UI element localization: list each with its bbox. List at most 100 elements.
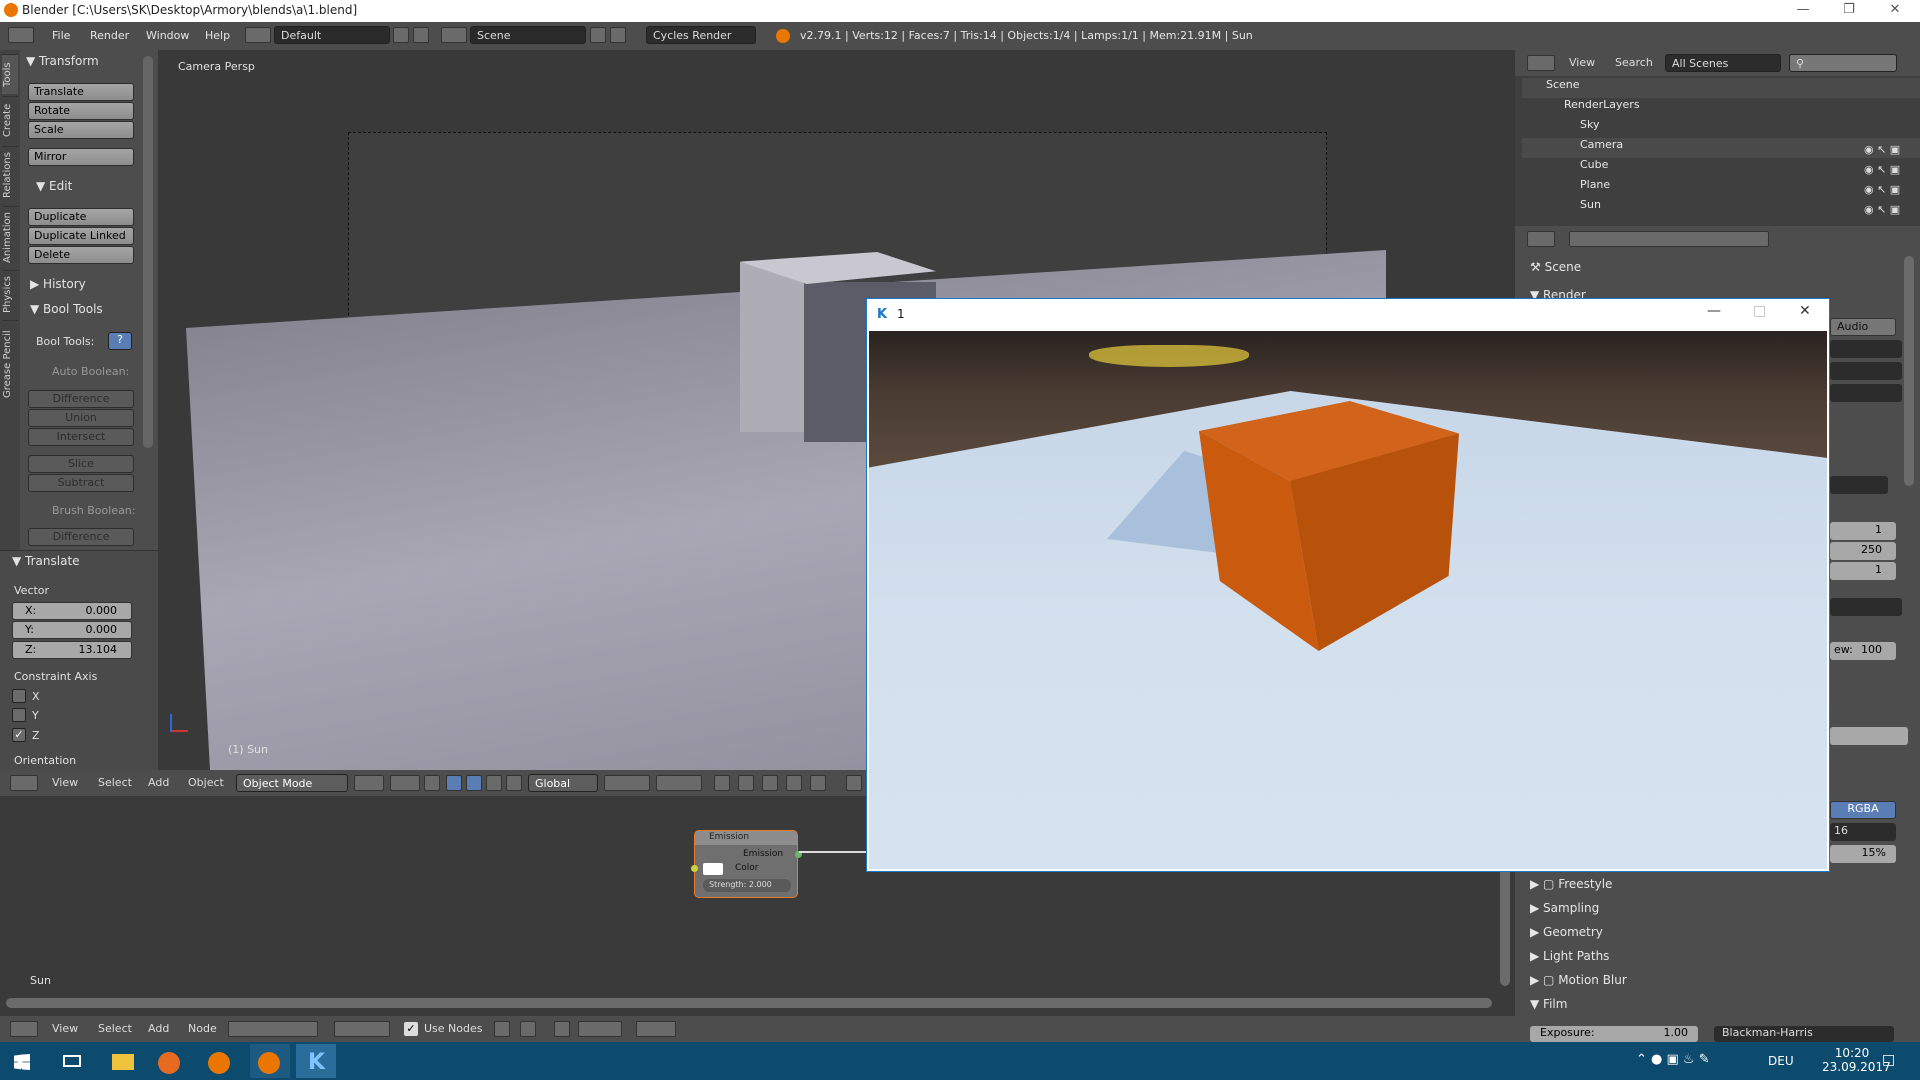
- outliner-row-sky[interactable]: Sky: [1522, 118, 1920, 138]
- slice-button[interactable]: Slice: [28, 455, 134, 473]
- player-window[interactable]: K 1 — □ ✕: [866, 298, 1830, 872]
- strength-field[interactable]: Strength: 2.000: [703, 879, 791, 892]
- help-icon[interactable]: ?: [108, 332, 132, 350]
- snap-icon[interactable]: [762, 775, 778, 791]
- shader-type-icons[interactable]: [228, 1021, 318, 1037]
- layout-field[interactable]: Default: [274, 26, 390, 44]
- light-paths-panel-header[interactable]: ▶ Light Paths: [1530, 949, 1609, 963]
- visibility-icons[interactable]: ◉ ↖ ▣ ◉ ↖ ▣ ◉ ↖ ▣ ◉ ↖ ▣: [1864, 140, 1912, 216]
- vector-z-field[interactable]: Z: 13.104: [12, 641, 132, 659]
- film-panel-header[interactable]: ▼ Film: [1530, 997, 1567, 1011]
- player-taskbar-icon[interactable]: K: [296, 1044, 336, 1078]
- preset-select[interactable]: [1830, 476, 1888, 494]
- layers2-icon[interactable]: [656, 775, 702, 791]
- filter-select[interactable]: Blackman-Harris: [1714, 1026, 1894, 1042]
- player-maximize-icon[interactable]: □: [1753, 303, 1766, 319]
- scene-field[interactable]: Scene: [470, 26, 586, 44]
- compression-field[interactable]: 15%: [1830, 845, 1896, 863]
- move-manipulator-icon[interactable]: [466, 775, 482, 791]
- menu-render[interactable]: Render: [90, 29, 129, 42]
- copy-paste-icons[interactable]: [636, 1021, 676, 1037]
- vector-x-field[interactable]: X: 0.000: [12, 602, 132, 620]
- use-nodes-checkbox[interactable]: ✓: [404, 1022, 418, 1036]
- menu-window[interactable]: Window: [146, 29, 189, 42]
- outliner-row-sun[interactable]: Sun: [1522, 198, 1920, 218]
- rendered-scene[interactable]: [869, 331, 1827, 869]
- history-panel-header[interactable]: ▶ History: [30, 277, 86, 291]
- intersect-button[interactable]: Intersect: [28, 428, 134, 446]
- display-mode-select[interactable]: All Scenes: [1665, 54, 1781, 72]
- node-menu-node[interactable]: Node: [188, 1022, 217, 1035]
- subtract-button[interactable]: Subtract: [28, 474, 134, 492]
- axis-x-checkbox[interactable]: [12, 689, 26, 703]
- screen-layout-icon[interactable]: [245, 27, 271, 43]
- union-button[interactable]: Union: [28, 409, 134, 427]
- outliner-row-renderlayers[interactable]: RenderLayers: [1522, 98, 1920, 118]
- minimize-icon[interactable]: —: [1780, 0, 1826, 22]
- add-scene-icon[interactable]: [590, 27, 606, 43]
- tray-icons[interactable]: ⌃ ● ▣ ♨ ✎: [1636, 1052, 1710, 1067]
- outliner-row-cube[interactable]: Cube: [1522, 158, 1920, 178]
- outliner-search-input[interactable]: ⚲: [1789, 54, 1897, 72]
- operator-header[interactable]: ▼ Translate: [12, 554, 80, 568]
- pin-icon[interactable]: [520, 1021, 536, 1037]
- render-engine-select[interactable]: Cycles Render: [646, 26, 756, 44]
- toolshelf-scrollbar[interactable]: [143, 56, 153, 448]
- bool-tools-panel-header[interactable]: ▼ Bool Tools: [30, 302, 103, 316]
- tab-animation[interactable]: Animation: [2, 206, 18, 268]
- tab-grease-pencil[interactable]: Grease Pencil: [2, 320, 18, 408]
- editor-type-3d-icon[interactable]: [10, 775, 38, 791]
- scene-icon[interactable]: [441, 27, 467, 43]
- rgba-button[interactable]: RGBA: [1830, 801, 1896, 819]
- translate-manipulator-icon[interactable]: [446, 775, 462, 791]
- editor-type-properties-icon[interactable]: [1527, 231, 1555, 247]
- close-icon[interactable]: ✕: [1872, 0, 1918, 22]
- tab-tools[interactable]: Tools: [2, 54, 18, 94]
- firefox-icon[interactable]: [150, 1044, 190, 1078]
- color-input-socket[interactable]: [691, 865, 698, 872]
- snap-target-icon[interactable]: [786, 775, 802, 791]
- blender-taskbar-icon[interactable]: [200, 1044, 240, 1078]
- orientation-select[interactable]: Global: [528, 774, 598, 792]
- display-select-3[interactable]: [1830, 384, 1902, 402]
- tab-relations[interactable]: Relations: [2, 146, 18, 204]
- node-menu-add[interactable]: Add: [148, 1022, 169, 1035]
- editor-type-outliner-icon[interactable]: [1527, 55, 1555, 71]
- frame-step-field[interactable]: 1: [1830, 562, 1896, 580]
- transform-panel-header[interactable]: ▼ Transform: [26, 54, 99, 68]
- frame-start-field[interactable]: 1: [1830, 522, 1896, 540]
- remove-scene-icon[interactable]: [610, 27, 626, 43]
- color-swatch[interactable]: [703, 863, 723, 875]
- tab-physics[interactable]: Physics: [2, 270, 18, 318]
- translate-button[interactable]: Translate: [28, 83, 134, 101]
- frame-end-field[interactable]: 250: [1830, 542, 1896, 560]
- file-explorer-icon[interactable]: [102, 1044, 142, 1078]
- color-depth-select[interactable]: 16: [1830, 823, 1896, 841]
- node-editor-scrollbar[interactable]: [6, 998, 1492, 1008]
- action-center-icon[interactable]: □: [1882, 1052, 1895, 1068]
- audio-button[interactable]: Audio: [1830, 318, 1896, 336]
- lock-camera-icon[interactable]: [714, 775, 730, 791]
- duplicate-linked-button[interactable]: Duplicate Linked: [28, 227, 134, 245]
- rotate-button[interactable]: Rotate: [28, 102, 134, 120]
- remove-layout-icon[interactable]: [413, 27, 429, 43]
- task-view-icon[interactable]: [52, 1044, 92, 1078]
- emission-node[interactable]: Emission Emission Color Strength: 2.000: [691, 830, 802, 898]
- duplicate-button[interactable]: Duplicate: [28, 208, 134, 226]
- rotate-manipulator-icon[interactable]: [486, 775, 502, 791]
- outliner-row-camera[interactable]: Camera: [1522, 138, 1920, 158]
- outliner-menu-view[interactable]: View: [1569, 56, 1595, 69]
- player-close-icon[interactable]: ✕: [1799, 303, 1811, 319]
- delete-button[interactable]: Delete: [28, 246, 134, 264]
- opengl-render-icon[interactable]: [810, 775, 826, 791]
- layers-icon[interactable]: [604, 775, 650, 791]
- editor-type-node-icon[interactable]: [10, 1021, 38, 1037]
- tab-create[interactable]: Create: [2, 96, 18, 144]
- menu-view[interactable]: View: [52, 776, 78, 789]
- difference-button[interactable]: Difference: [28, 390, 134, 408]
- edit-panel-header[interactable]: ▼ Edit: [36, 179, 72, 193]
- scale-button[interactable]: Scale: [28, 121, 134, 139]
- fps-select[interactable]: [1830, 598, 1902, 616]
- start-icon[interactable]: [4, 1044, 44, 1078]
- backdrop-icon[interactable]: [494, 1021, 510, 1037]
